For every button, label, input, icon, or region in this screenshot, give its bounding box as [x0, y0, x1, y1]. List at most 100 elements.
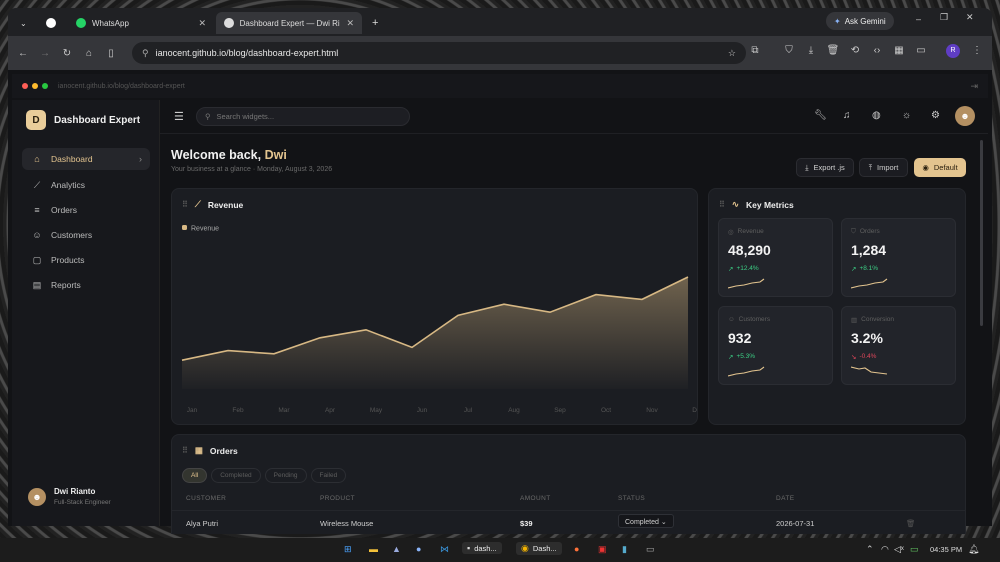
- extensions-icon[interactable]: ⧉: [748, 45, 762, 56]
- ask-gemini-button[interactable]: ✦ Ask Gemini: [826, 12, 894, 30]
- table-icon: ▦: [194, 445, 203, 455]
- tab-label: Dashboard Expert — Dwi Rianto: [239, 18, 341, 28]
- sidebar-item-customers[interactable]: ☺ Customers: [22, 224, 150, 246]
- revenue-chart: Jan Feb Mar Apr May Jun Jul Aug Sep Oct Nov Dec Reve…: [181, 225, 697, 414]
- status-select[interactable]: Completed ⌄: [618, 514, 674, 528]
- metric-tile-conversion[interactable]: ▥ Conversion 3.2% ↘ -0.4%: [841, 306, 956, 385]
- taskbar-app-terminal[interactable]: ▪ dash...: [462, 542, 502, 554]
- clock[interactable]: 04:35 PM: [930, 545, 962, 554]
- filter-pending[interactable]: Pending: [264, 468, 307, 483]
- vscode-icon[interactable]: ⋈: [440, 544, 449, 555]
- taskbar-app-chrome[interactable]: ◉ Dash...: [516, 542, 562, 555]
- volume-mute-icon[interactable]: ◁ˣ: [894, 544, 904, 555]
- x-tick-label: Mar: [278, 407, 290, 414]
- sidebar-item-label: Customers: [51, 230, 93, 240]
- gemini-label: Ask Gemini: [844, 16, 886, 26]
- notification-bell-icon[interactable]: 🔔︎: [968, 544, 979, 555]
- gear-icon[interactable]: ⚙: [931, 110, 940, 121]
- battery-icon[interactable]: ▭: [910, 544, 919, 555]
- forward-icon[interactable]: →: [34, 48, 56, 59]
- sidebar-item-orders[interactable]: ≡ Orders: [22, 199, 150, 221]
- app-icon[interactable]: ▲: [392, 544, 401, 554]
- app-icon[interactable]: ▮: [622, 544, 627, 555]
- column-header[interactable]: STATUS: [618, 495, 645, 502]
- metric-tile-orders[interactable]: ⛉ Orders 1,284 ↗ +8.1%: [841, 218, 956, 297]
- export-button[interactable]: ⤓ Export .js: [796, 158, 854, 177]
- user-profile[interactable]: ☻ Dwi Rianto Full-Stack Engineer: [28, 487, 111, 506]
- globe-icon[interactable]: ◍: [872, 110, 881, 121]
- app-icon[interactable]: ●: [416, 544, 421, 554]
- bell-icon[interactable]: ♫︎: [843, 110, 851, 121]
- wifi-icon[interactable]: ◠: [881, 544, 889, 555]
- restore-icon[interactable]: ❐: [940, 12, 948, 23]
- column-header[interactable]: PRODUCT: [320, 495, 355, 502]
- column-header[interactable]: CUSTOMER: [186, 495, 226, 502]
- download-icon[interactable]: ⤓: [804, 45, 818, 56]
- filter-failed[interactable]: Failed: [310, 468, 347, 483]
- metric-value: 932: [728, 330, 752, 346]
- sidepanel-icon[interactable]: ▯: [100, 48, 122, 59]
- column-header[interactable]: DATE: [776, 495, 794, 502]
- sidebar-item-dashboard[interactable]: ⌂ Dashboard ›: [22, 148, 150, 170]
- trash-icon[interactable]: 🗑: [826, 45, 840, 56]
- address-bar[interactable]: ⚲ ianocent.github.io/blog/dashboard-expe…: [132, 42, 746, 64]
- metric-value: 1,284: [851, 242, 887, 258]
- profile-avatar[interactable]: R: [946, 44, 960, 58]
- metric-tile-customers[interactable]: ☺ Customers 932 ↗ +5.3%: [718, 306, 833, 385]
- sidebar-item-analytics[interactable]: ⟋ Analytics: [22, 174, 150, 196]
- app-icon[interactable]: ▭: [646, 544, 655, 555]
- cast-icon[interactable]: ▭: [914, 45, 928, 56]
- column-header[interactable]: AMOUNT: [520, 495, 551, 502]
- tab-whatsapp[interactable]: WhatsApp ✕: [68, 12, 214, 34]
- new-tab-button[interactable]: +: [364, 12, 386, 34]
- drag-handle-icon[interactable]: ⠿: [182, 446, 188, 455]
- sidebar-item-products[interactable]: ▢ Products: [22, 249, 150, 271]
- file-explorer-icon[interactable]: ▬: [369, 544, 378, 554]
- menu-hamburger-icon[interactable]: ☰: [174, 110, 184, 123]
- tab-dashboard[interactable]: Dashboard Expert — Dwi Rianto ✕: [216, 12, 362, 34]
- metric-delta-value: +5.3%: [736, 353, 756, 360]
- close-icon[interactable]: ✕: [198, 18, 206, 29]
- page-scrollbar[interactable]: [980, 140, 983, 326]
- metric-delta-value: +8.1%: [859, 265, 879, 272]
- avatar[interactable]: ☻: [955, 106, 975, 126]
- code-icon[interactable]: ‹›: [870, 45, 884, 56]
- import-label: Import: [877, 163, 899, 172]
- bookmark-star-icon[interactable]: ☆: [728, 48, 736, 59]
- close-icon[interactable]: ✕: [346, 18, 354, 29]
- tab-label: WhatsApp: [92, 18, 129, 28]
- tab-search-button[interactable]: ⌄: [14, 12, 33, 34]
- exit-icon[interactable]: ⇥: [970, 81, 978, 92]
- menu-kebab-icon[interactable]: ⋮: [970, 45, 984, 56]
- trash-icon[interactable]: 🗑︎: [906, 519, 916, 528]
- site-info-icon[interactable]: ⚲: [142, 48, 149, 59]
- back-icon[interactable]: ←: [12, 48, 34, 59]
- metric-delta-value: +12.4%: [736, 265, 759, 272]
- url-text: ianocent.github.io/blog/dashboard-expert…: [155, 48, 339, 58]
- import-button[interactable]: ⤒ Import: [859, 158, 908, 177]
- qr-code-icon[interactable]: ▦: [892, 45, 906, 56]
- home-icon[interactable]: ⌂: [78, 48, 100, 59]
- drag-handle-icon[interactable]: ⠿: [719, 200, 725, 209]
- app-icon[interactable]: ●: [574, 544, 579, 554]
- filezilla-icon[interactable]: ▣: [598, 544, 607, 555]
- filter-completed[interactable]: Completed: [211, 468, 261, 483]
- reload-icon[interactable]: ↻: [56, 48, 78, 59]
- incognito-icon[interactable]: ⛉: [782, 45, 796, 56]
- windows-start-icon[interactable]: ⊞: [344, 544, 352, 555]
- wrench-icon[interactable]: 🔧︎: [814, 110, 827, 121]
- history-icon[interactable]: ⟲: [848, 45, 862, 56]
- sidebar-item-label: Products: [51, 255, 85, 265]
- close-window-icon[interactable]: ✕: [966, 12, 974, 23]
- theme-default-button[interactable]: ◉ Default: [914, 158, 966, 177]
- filter-all[interactable]: All: [182, 468, 208, 483]
- tab-github[interactable]: [38, 12, 64, 34]
- minimize-icon[interactable]: –: [916, 14, 921, 24]
- metric-tile-revenue[interactable]: ◎ Revenue 48,290 ↗ +12.4%: [718, 218, 833, 297]
- metric-value: 3.2%: [851, 330, 883, 346]
- chevron-up-icon[interactable]: ⌃: [866, 544, 874, 555]
- download-icon: ⤓: [805, 162, 809, 172]
- search-input[interactable]: ⚲ Search widgets...: [196, 107, 410, 126]
- sidebar-item-reports[interactable]: ▤ Reports: [22, 274, 150, 296]
- sun-icon[interactable]: ☼: [902, 110, 911, 121]
